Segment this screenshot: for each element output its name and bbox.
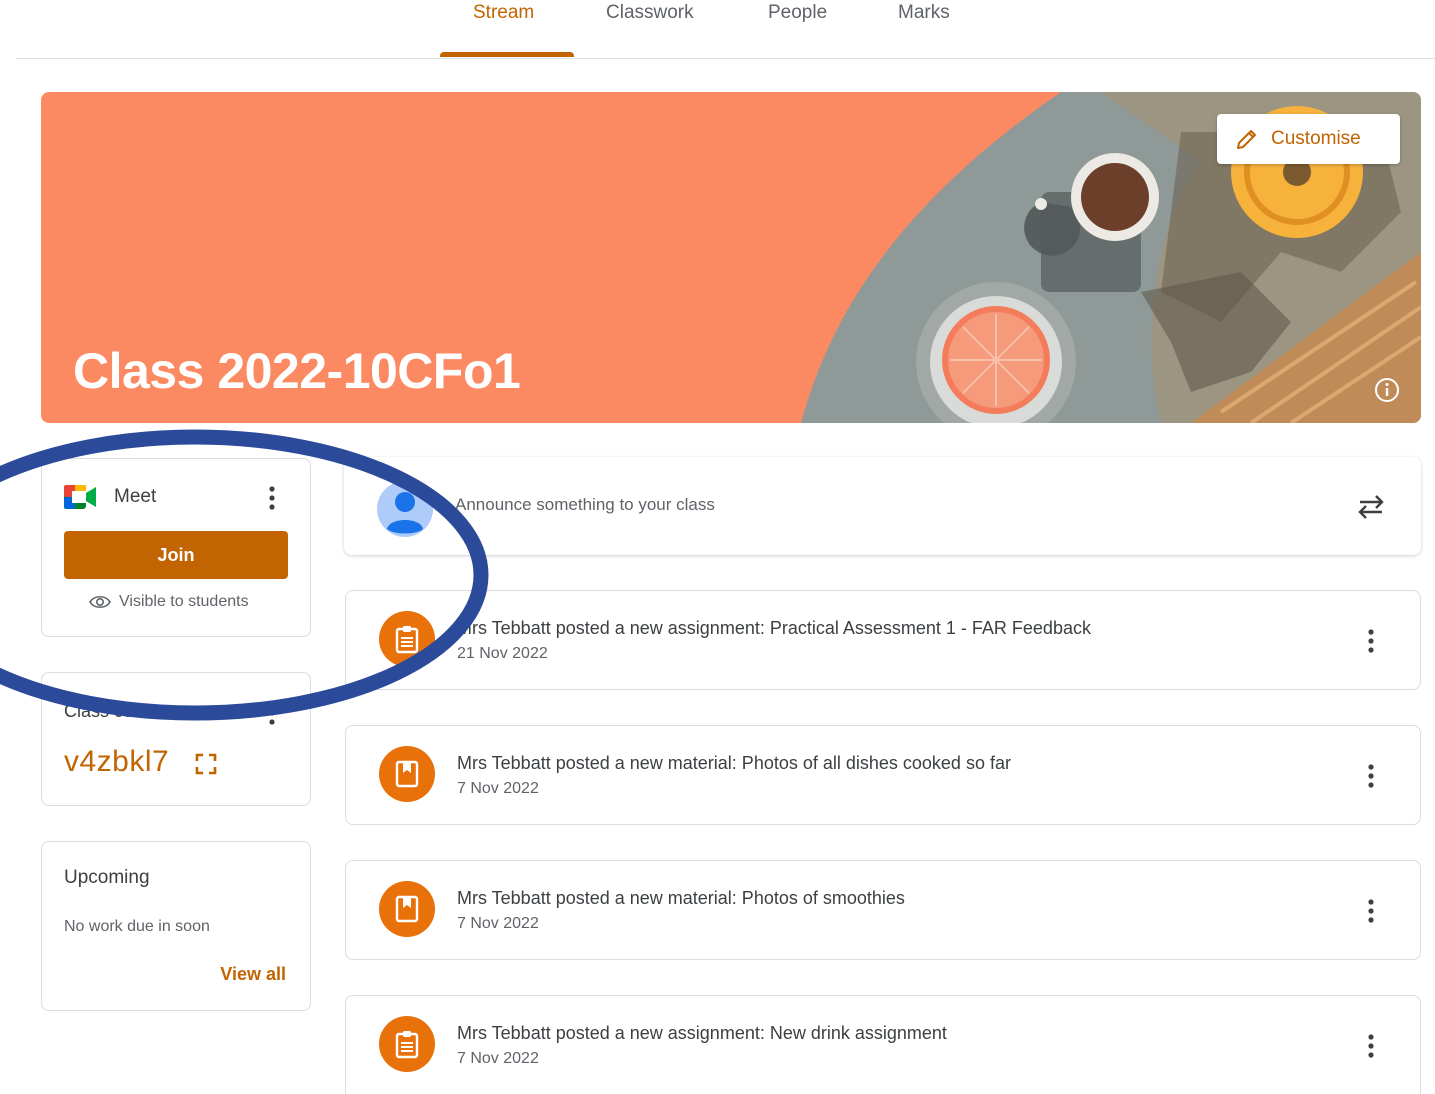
tab-marks[interactable]: Marks — [898, 0, 950, 58]
stream-post[interactable]: Mrs Tebbatt posted a new material: Photo… — [345, 725, 1421, 825]
upcoming-card: Upcoming No work due in soon View all — [41, 841, 311, 1011]
fullscreen-icon[interactable] — [195, 753, 217, 775]
class-banner: Class 2022-10CFo1 Customise — [41, 92, 1421, 423]
more-options-icon[interactable] — [260, 484, 284, 512]
stream-post[interactable]: Mrs Tebbatt posted a new assignment: Pra… — [345, 590, 1421, 690]
stream-post[interactable]: Mrs Tebbatt posted a new assignment: New… — [345, 995, 1421, 1094]
active-tab-indicator — [440, 52, 574, 57]
customise-label: Customise — [1271, 128, 1361, 149]
stream-post[interactable]: Mrs Tebbatt posted a new material: Photo… — [345, 860, 1421, 960]
tab-people[interactable]: People — [768, 0, 827, 58]
eye-icon — [89, 595, 111, 609]
more-options-icon[interactable] — [1359, 897, 1383, 925]
post-date: 21 Nov 2022 — [457, 645, 548, 662]
info-icon[interactable] — [1373, 376, 1401, 404]
post-title: Mrs Tebbatt posted a new assignment: Pra… — [457, 618, 1091, 638]
more-options-icon[interactable] — [260, 699, 284, 727]
more-options-icon[interactable] — [1359, 762, 1383, 790]
meet-card: Meet Join Visible to students — [41, 458, 311, 637]
class-code-label: Class code — [64, 701, 154, 721]
post-date: 7 Nov 2022 — [457, 915, 539, 932]
post-date: 7 Nov 2022 — [457, 1050, 539, 1067]
repost-icon[interactable] — [1354, 490, 1388, 524]
assignment-icon — [379, 1016, 435, 1072]
announce-placeholder[interactable]: Announce something to your class — [455, 495, 715, 515]
pencil-icon — [1237, 130, 1256, 149]
join-button[interactable]: Join — [64, 531, 288, 579]
avatar — [377, 481, 433, 537]
more-options-icon[interactable] — [1359, 627, 1383, 655]
customise-button[interactable]: Customise — [1217, 114, 1400, 164]
upcoming-empty-text: No work due in soon — [64, 918, 210, 935]
post-title: Mrs Tebbatt posted a new material: Photo… — [457, 888, 905, 908]
post-title: Mrs Tebbatt posted a new material: Photo… — [457, 753, 1011, 773]
meet-label: Meet — [114, 486, 157, 507]
tab-classwork[interactable]: Classwork — [606, 0, 694, 58]
visibility-text: Visible to students — [119, 593, 249, 610]
material-icon — [379, 881, 435, 937]
class-code-card: Class code v4zbkl7 — [41, 672, 311, 806]
upcoming-title: Upcoming — [64, 867, 150, 888]
class-code-value: v4zbkl7 — [64, 745, 170, 778]
material-icon — [379, 746, 435, 802]
post-date: 7 Nov 2022 — [457, 780, 539, 797]
top-tab-bar: Stream Classwork People Marks — [16, 0, 1435, 59]
more-options-icon[interactable] — [1359, 1032, 1383, 1060]
assignment-icon — [379, 611, 435, 667]
tab-stream[interactable]: Stream — [473, 0, 534, 58]
announce-box[interactable]: Announce something to your class — [344, 457, 1421, 555]
visibility-note: Visible to students — [89, 593, 249, 611]
post-title: Mrs Tebbatt posted a new assignment: New… — [457, 1023, 947, 1043]
class-title: Class 2022-10CFo1 — [73, 343, 521, 399]
view-all-link[interactable]: View all — [220, 964, 286, 985]
google-meet-icon — [64, 485, 96, 509]
